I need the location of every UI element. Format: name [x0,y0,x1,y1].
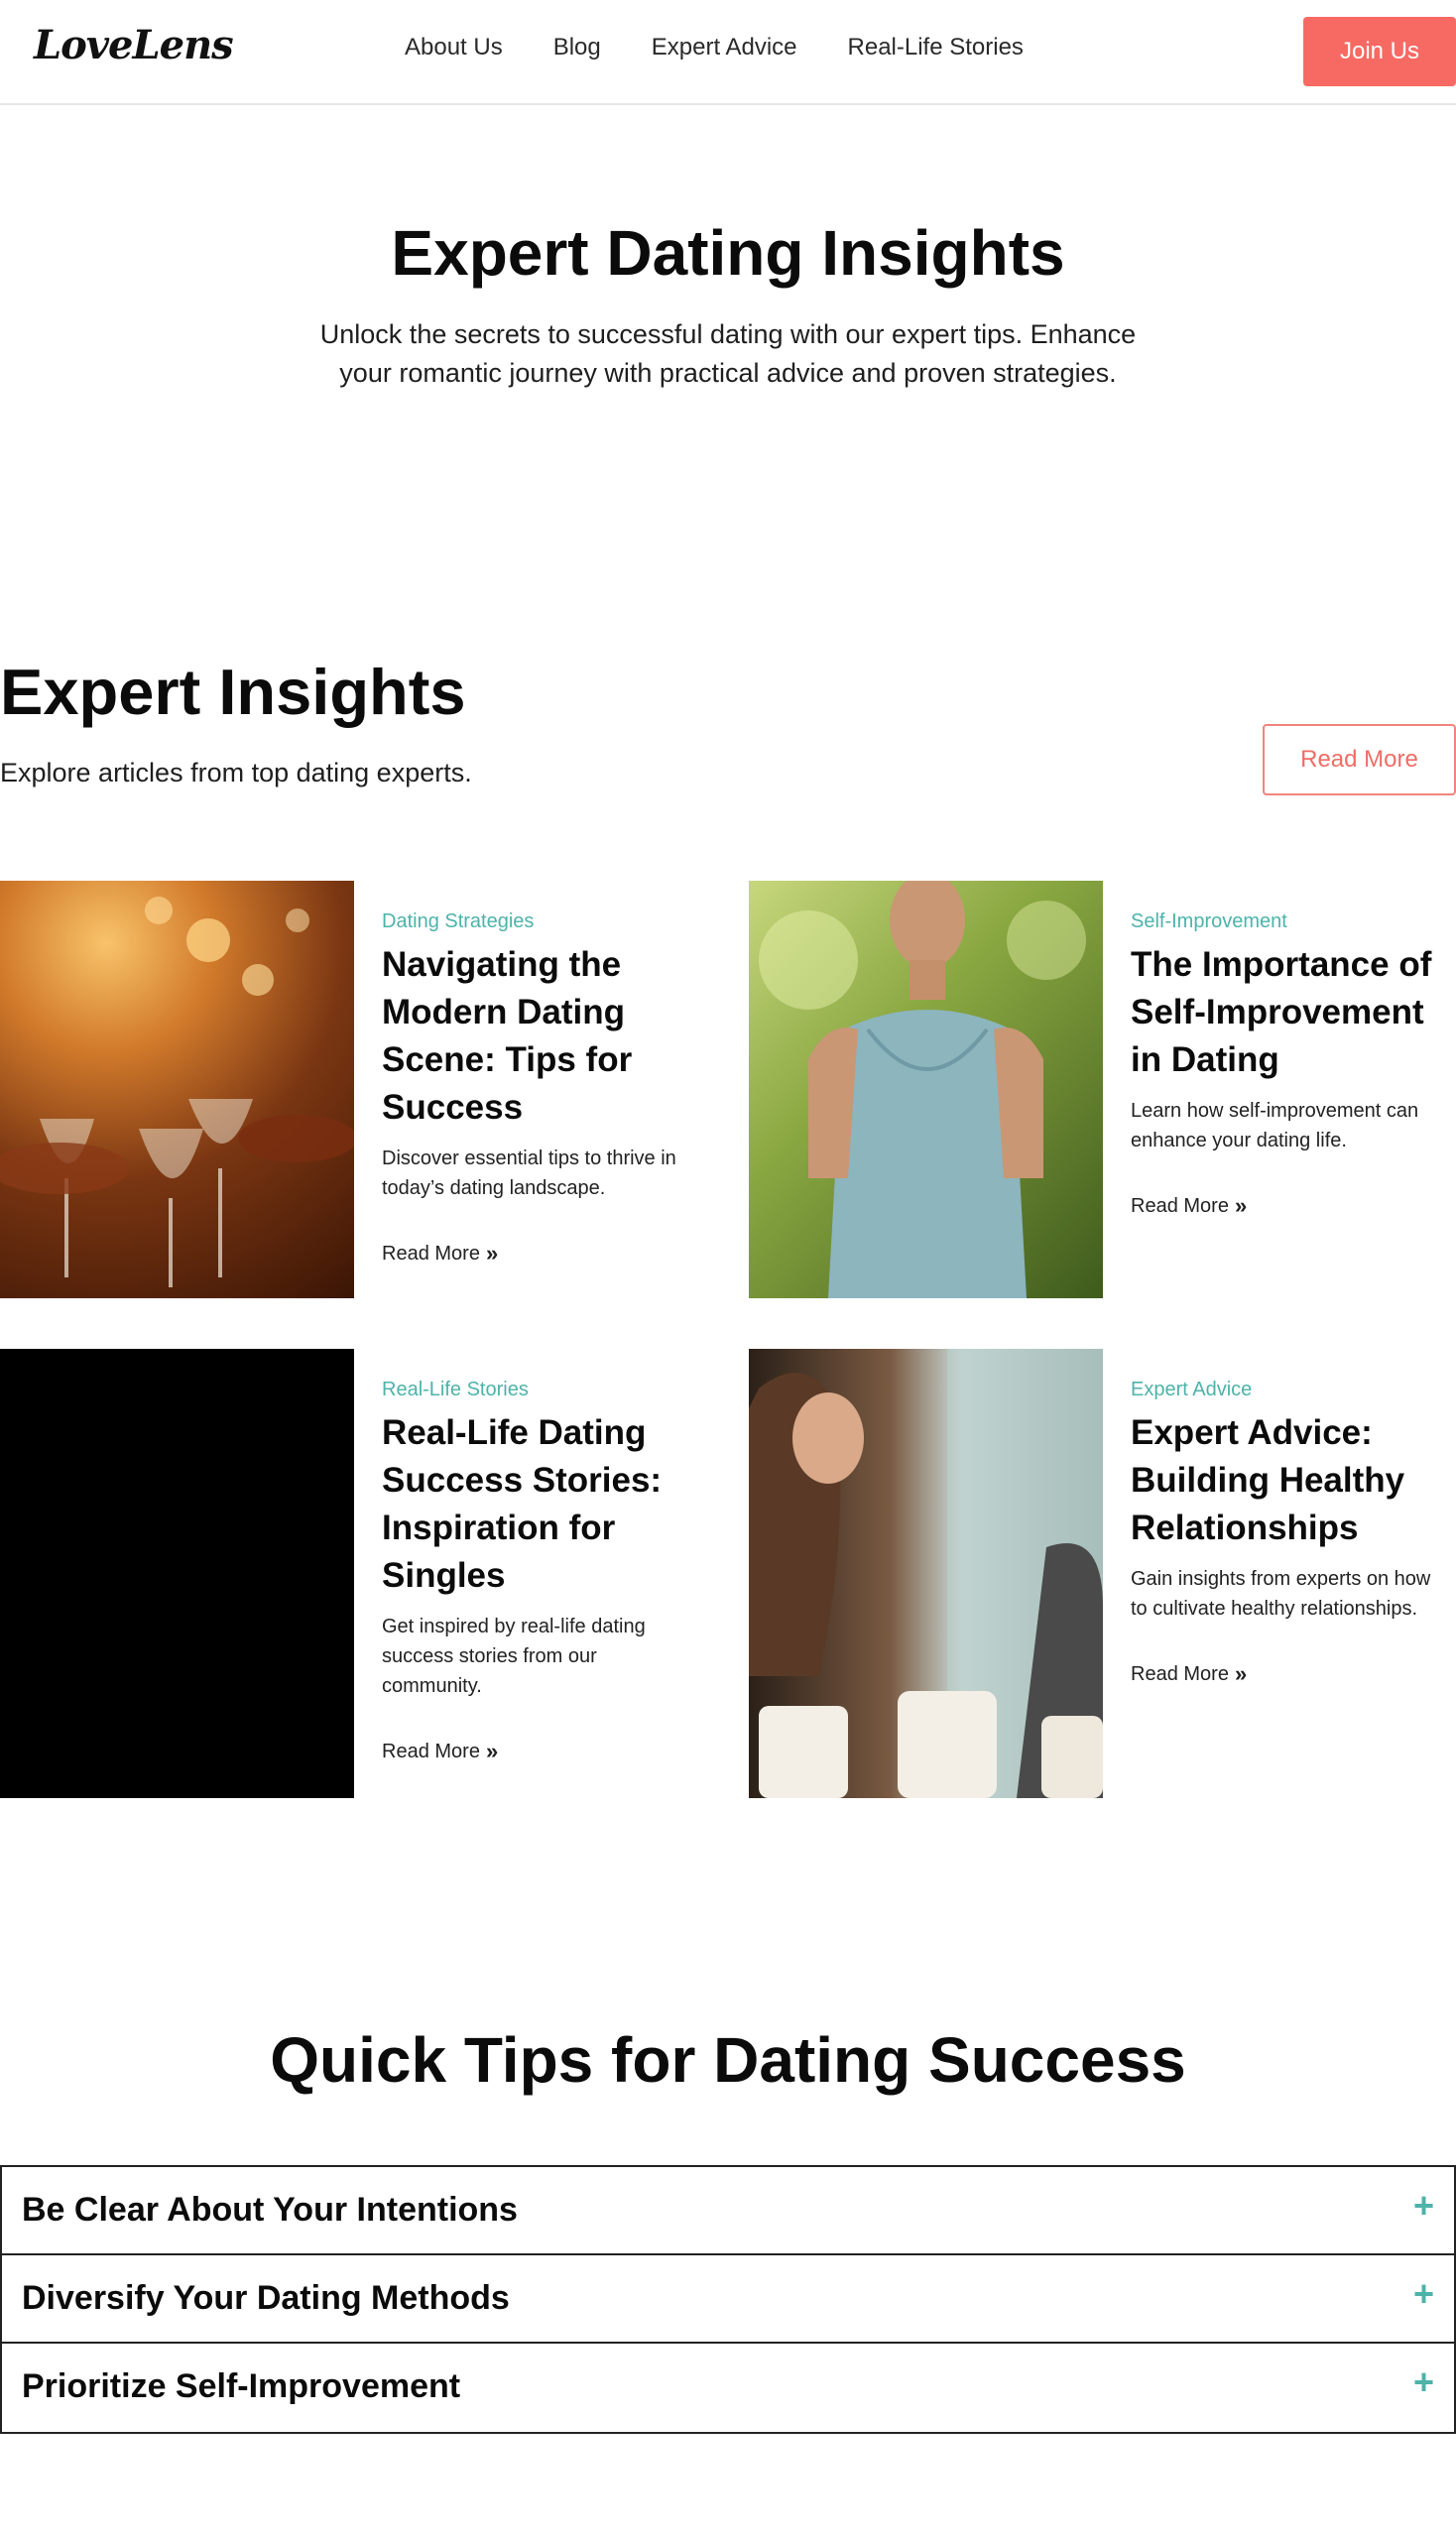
site-header: LoveLens About Us Blog Expert Advice Rea… [0,0,1456,105]
article-description: Discover essential tips to thrive in tod… [382,1148,676,1199]
article-card: Self-Improvement The Importance of Self-… [749,881,1456,1298]
plus-icon[interactable]: + [1413,2273,1434,2315]
article-card: Dating Strategies Navigating the Modern … [0,881,714,1298]
article-image-woman-meditating[interactable] [749,881,1103,1298]
article-category[interactable]: Dating Strategies [382,910,699,933]
article-body: Expert Advice Expert Advice: Building He… [1131,1349,1448,1687]
article-read-more-link[interactable]: Read More » [1131,1661,1448,1687]
insights-title: Expert Insights [0,656,466,728]
hero-title: Expert Dating Insights [391,217,1065,289]
article-category[interactable]: Expert Advice [1131,1379,1448,1401]
double-chevron-right-icon: » [485,1739,499,1763]
article-read-more-link[interactable]: Read More » [382,1241,699,1267]
nav-real-life-stories[interactable]: Real-Life Stories [848,34,1024,61]
double-chevron-right-icon: » [485,1241,499,1266]
nav-about-us[interactable]: About Us [405,34,503,61]
plus-icon[interactable]: + [1413,2185,1434,2227]
accordion-item[interactable]: Be Clear About Your Intentions + [2,2167,1454,2255]
accordion-item-label: Prioritize Self-Improvement [22,2367,461,2405]
main-nav: About Us Blog Expert Advice Real-Life St… [405,34,1024,61]
logo[interactable]: LoveLens [34,22,234,68]
accordion-item[interactable]: Prioritize Self-Improvement + [2,2344,1454,2432]
article-image-couple-coffee[interactable] [749,1349,1103,1798]
quick-tips-accordion: Be Clear About Your Intentions + Diversi… [0,2165,1456,2434]
article-body: Real-Life Stories Real-Life Dating Succe… [382,1349,699,1764]
accordion-item-label: Be Clear About Your Intentions [22,2191,518,2229]
article-category[interactable]: Real-Life Stories [382,1379,699,1401]
article-read-more-link[interactable]: Read More » [382,1739,699,1764]
insights-read-more-button[interactable]: Read More [1263,724,1456,795]
hero-subtitle: Unlock the secrets to successful dating … [319,319,1137,388]
accordion-item[interactable]: Diversify Your Dating Methods + [2,2255,1454,2344]
article-card: Real-Life Stories Real-Life Dating Succe… [0,1349,714,1798]
article-title[interactable]: Expert Advice: Building Healthy Relation… [1131,1409,1448,1552]
article-card: Expert Advice Expert Advice: Building He… [749,1349,1456,1798]
accordion-item-label: Diversify Your Dating Methods [22,2279,510,2317]
article-title[interactable]: Navigating the Modern Dating Scene: Tips… [382,941,699,1132]
join-us-button[interactable]: Join Us [1303,17,1456,86]
read-more-label: Read More [382,1740,480,1762]
article-body: Self-Improvement The Importance of Self-… [1131,881,1448,1219]
nav-blog[interactable]: Blog [553,34,601,61]
read-more-label: Read More [1131,1662,1229,1685]
double-chevron-right-icon: » [1234,1661,1248,1686]
insights-subtitle: Explore articles from top dating experts… [0,758,472,787]
article-image-wine-glasses[interactable] [0,881,354,1298]
article-description: Get inspired by real-life dating success… [382,1616,646,1697]
quick-tips-title: Quick Tips for Dating Success [270,2024,1186,2096]
article-description: Gain insights from experts on how to cul… [1131,1568,1431,1620]
article-title[interactable]: The Importance of Self-Improvement in Da… [1131,941,1448,1084]
article-description: Learn how self-improvement can enhance y… [1131,1100,1419,1151]
article-category[interactable]: Self-Improvement [1131,910,1448,933]
nav-expert-advice[interactable]: Expert Advice [652,34,797,61]
article-body: Dating Strategies Navigating the Modern … [382,881,699,1267]
plus-icon[interactable]: + [1413,2361,1434,2403]
double-chevron-right-icon: » [1234,1193,1248,1218]
read-more-label: Read More [1131,1194,1229,1217]
article-title[interactable]: Real-Life Dating Success Stories: Inspir… [382,1409,699,1600]
read-more-label: Read More [382,1242,480,1265]
article-read-more-link[interactable]: Read More » [1131,1193,1448,1219]
article-image-placeholder[interactable] [0,1349,354,1798]
